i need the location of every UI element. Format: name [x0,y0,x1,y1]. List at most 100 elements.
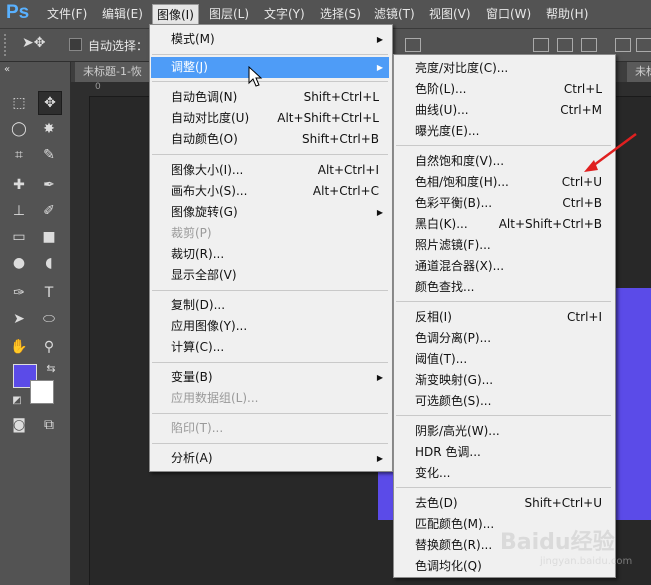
menu-select[interactable]: 选择(S) [320,4,361,24]
menu-edit[interactable]: 编辑(E) [102,4,143,24]
distribute-hcenter-icon[interactable] [636,38,651,52]
annotation-arrow-icon [584,132,637,172]
menu-item-apply-data-set[interactable]: 应用数据组(L)... [151,388,389,409]
crop-tool-icon[interactable]: ⌗ [8,144,30,166]
menu-item-desaturate[interactable]: 去色(D) Shift+Ctrl+U [395,493,612,514]
lasso-tool-icon[interactable]: ◯ [8,118,30,140]
menu-item-auto-contrast[interactable]: 自动对比度(U) Alt+Shift+Ctrl+L [151,108,389,129]
watermark-logo: Baidu经验 [500,530,615,555]
menu-help[interactable]: 帮助(H) [546,4,588,24]
menu-item-levels[interactable]: 色阶(L)... Ctrl+L [395,79,612,100]
menu-window[interactable]: 窗口(W) [486,4,531,24]
swap-colors-icon[interactable]: ⇆ [40,358,62,380]
eraser-tool-icon[interactable]: ▭ [8,226,30,248]
menu-separator [152,154,388,155]
document-tab[interactable]: 未标题-1-恢 [75,62,150,82]
distribute-left-icon[interactable] [615,38,631,52]
document-tab[interactable]: 未标 [627,62,651,82]
menu-item-shadows-highlights[interactable]: 阴影/高光(W)... [395,421,612,442]
menu-separator [396,145,611,146]
brush-tool-icon[interactable]: ✒ [38,174,60,196]
menu-item-variables[interactable]: 变量(B) ▶ [151,367,389,388]
distribute-bottom-icon[interactable] [581,38,597,52]
menu-item-threshold[interactable]: 阈值(T)... [395,349,612,370]
quick-mask-icon[interactable]: ◙ [8,414,30,436]
healing-brush-icon[interactable]: ✚ [8,174,30,196]
align-top-icon[interactable] [405,38,421,52]
hand-tool-icon[interactable]: ✋ [8,336,30,358]
menu-layer[interactable]: 图层(L) [209,4,249,24]
menu-item-gradient-map[interactable]: 渐变映射(G)... [395,370,612,391]
menu-separator [396,301,611,302]
default-colors-icon[interactable]: ◩ [6,390,28,412]
menu-item-trap[interactable]: 陷印(T)... [151,418,389,439]
menu-image[interactable]: 图像(I) [152,4,199,26]
menu-item-mode[interactable]: 模式(M) ▶ [151,29,389,50]
menu-separator [152,362,388,363]
menu-item-duplicate[interactable]: 复制(D)... [151,295,389,316]
clone-stamp-icon[interactable]: ⊥ [8,200,30,222]
menu-separator [152,81,388,82]
menu-view[interactable]: 视图(V) [429,4,471,24]
menu-item-apply-image[interactable]: 应用图像(Y)... [151,316,389,337]
menu-item-image-rotation[interactable]: 图像旋转(G) ▶ [151,202,389,223]
auto-select-label: 自动选择： [88,39,149,53]
menu-item-adjustments[interactable]: 调整(J) ▶ [151,57,389,78]
move-tool-preset-icon[interactable]: ➤✥ [22,35,45,51]
ellipse-tool-icon[interactable]: ⬭ [38,308,60,330]
distribute-top-icon[interactable] [533,38,549,52]
menu-filter[interactable]: 滤镜(T) [374,4,415,24]
move-tool-icon[interactable]: ✥ [38,91,62,115]
collapse-panel-icon[interactable]: « [4,64,10,75]
eyedropper-icon[interactable]: ✎ [38,144,60,166]
zoom-tool-icon[interactable]: ⚲ [38,336,60,358]
menu-separator [152,413,388,414]
menu-item-hdr-toning[interactable]: HDR 色调... [395,442,612,463]
menu-item-channel-mixer[interactable]: 通道混合器(X)... [395,256,612,277]
menu-item-image-size[interactable]: 图像大小(I)... Alt+Ctrl+I [151,160,389,181]
menu-item-auto-tone[interactable]: 自动色调(N) Shift+Ctrl+L [151,87,389,108]
menu-separator [152,290,388,291]
menu-item-calculations[interactable]: 计算(C)... [151,337,389,358]
menu-item-selective-color[interactable]: 可选颜色(S)... [395,391,612,412]
pen-tool-icon[interactable]: ✑ [8,282,30,304]
screen-mode-icon[interactable]: ⧉ [38,414,60,436]
menu-item-color-lookup[interactable]: 颜色查找... [395,277,612,298]
menu-item-auto-color[interactable]: 自动颜色(O) Shift+Ctrl+B [151,129,389,150]
menu-type[interactable]: 文字(Y) [264,4,305,24]
menu-separator [396,487,611,488]
mouse-cursor-icon [248,66,263,87]
menu-item-analysis[interactable]: 分析(A) ▶ [151,448,389,469]
options-grip[interactable] [4,34,10,56]
magic-wand-icon[interactable]: ✸ [38,118,60,140]
menu-separator [396,415,611,416]
tools-panel: « ⬚ ✥ ◯ ✸ ⌗ ✎ ✚ ✒ ⊥ ✐ ▭ ■ ● ◖ ✑ T ➤ ⬭ ✋ … [0,62,71,585]
history-brush-icon[interactable]: ✐ [38,200,60,222]
vertical-ruler [71,62,90,585]
path-selection-icon[interactable]: ➤ [8,308,30,330]
menu-item-color-balance[interactable]: 色彩平衡(B)... Ctrl+B [395,193,612,214]
background-color-swatch[interactable] [30,380,54,404]
menu-item-invert[interactable]: 反相(I) Ctrl+I [395,307,612,328]
watermark-url: jingyan.baidu.com [540,556,633,567]
marquee-tool-icon[interactable]: ⬚ [8,92,30,114]
menu-item-variations[interactable]: 变化... [395,463,612,484]
photoshop-logo: Ps [6,2,30,23]
menu-item-brightness-contrast[interactable]: 亮度/对比度(C)... [395,58,612,79]
menu-file[interactable]: 文件(F) [47,4,87,24]
menu-item-posterize[interactable]: 色调分离(P)... [395,328,612,349]
gradient-tool-icon[interactable]: ■ [38,226,60,248]
menu-item-photo-filter[interactable]: 照片滤镜(F)... [395,235,612,256]
menu-item-curves[interactable]: 曲线(U)... Ctrl+M [395,100,612,121]
blur-tool-icon[interactable]: ● [8,252,30,274]
menu-item-black-white[interactable]: 黑白(K)... Alt+Shift+Ctrl+B [395,214,612,235]
menu-item-crop[interactable]: 裁剪(P) [151,223,389,244]
menu-separator [152,443,388,444]
type-tool-icon[interactable]: T [38,282,60,304]
dodge-tool-icon[interactable]: ◖ [38,252,60,274]
menu-item-canvas-size[interactable]: 画布大小(S)... Alt+Ctrl+C [151,181,389,202]
menu-item-trim[interactable]: 裁切(R)... [151,244,389,265]
auto-select-checkbox[interactable] [69,38,82,51]
distribute-vcenter-icon[interactable] [557,38,573,52]
menu-item-reveal-all[interactable]: 显示全部(V) [151,265,389,286]
